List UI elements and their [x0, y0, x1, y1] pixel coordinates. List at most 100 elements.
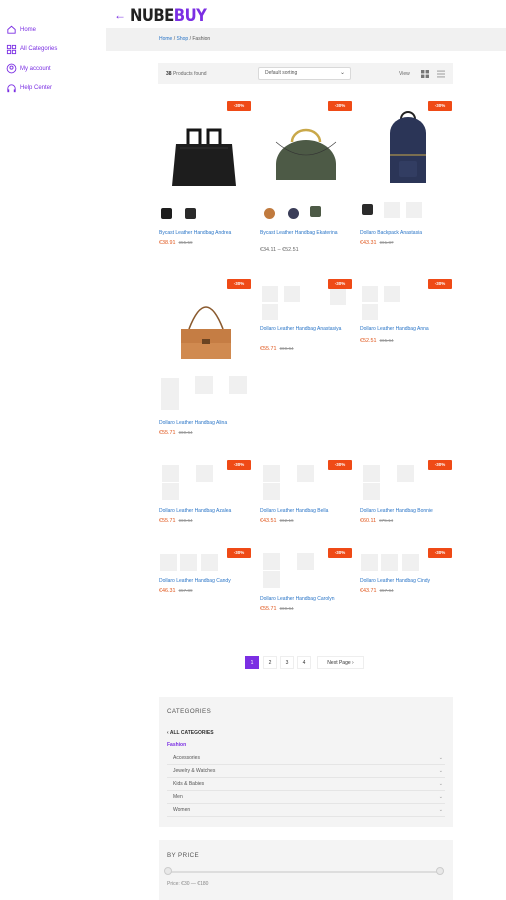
chevron-down-icon[interactable]: ⌄	[439, 804, 443, 817]
swatch-placeholder[interactable]	[384, 202, 400, 218]
image-placeholder[interactable]	[263, 571, 280, 588]
image-placeholder[interactable]	[397, 465, 414, 482]
product-image[interactable]	[164, 114, 244, 194]
swatch-placeholder[interactable]	[406, 202, 422, 218]
image-placeholder[interactable]	[263, 553, 280, 570]
product-title[interactable]: Dollaro Leather Handbag Candy	[159, 578, 249, 585]
image-placeholder[interactable]	[162, 465, 179, 482]
image-placeholder[interactable]	[362, 304, 378, 320]
product-card[interactable]: -30% Dollaro Leather Handbag Bonnie €60.…	[360, 458, 453, 528]
product-title[interactable]: Dollaro Leather Handbag Anna	[360, 326, 450, 333]
image-placeholder[interactable]	[330, 289, 346, 305]
arrow-left-icon[interactable]: ←	[114, 9, 126, 21]
chevron-down-icon[interactable]: ⌄	[439, 778, 443, 791]
image-placeholder[interactable]	[362, 286, 378, 302]
product-image[interactable]	[171, 289, 241, 369]
next-page-button[interactable]: Next Page ›	[317, 656, 364, 669]
page-2[interactable]: 2	[263, 656, 277, 669]
product-title[interactable]: Dollaro Leather Handbag Bonnie	[360, 508, 450, 515]
page-4[interactable]: 4	[297, 656, 311, 669]
image-placeholder[interactable]	[160, 554, 177, 571]
product-title[interactable]: Dollaro Backpack Anastasia	[360, 230, 450, 237]
color-swatch[interactable]	[362, 204, 373, 215]
logo[interactable]: NUBEBUY	[130, 6, 207, 25]
product-card[interactable]: -30% Dollaro Leather Handbag Candy €46.3…	[159, 546, 252, 616]
product-image[interactable]	[266, 114, 346, 194]
image-placeholder[interactable]	[381, 554, 398, 571]
chevron-down-icon[interactable]: ⌄	[439, 752, 443, 765]
breadcrumb-shop[interactable]: Shop	[177, 36, 189, 42]
product-card[interactable]: -30% Dollaro Leather Handbag Azalea €55.…	[159, 458, 252, 528]
image-placeholder[interactable]	[195, 376, 213, 394]
product-card[interactable]: Dollaro Leather Handbag Alina €55.71 €69.…	[159, 374, 252, 440]
sort-select[interactable]: Default sorting ⌄	[258, 67, 351, 80]
category-item[interactable]: Men ⌄	[167, 791, 445, 804]
image-placeholder[interactable]	[297, 465, 314, 482]
breadcrumb-home[interactable]: Home	[159, 36, 172, 42]
color-swatch[interactable]	[185, 208, 196, 219]
image-placeholder[interactable]	[263, 465, 280, 482]
product-card[interactable]: -30% Dollaro Leather Handbag Bella €43.5…	[260, 458, 353, 528]
product-card[interactable]: -30% Dollaro Leather Handbag Anna €52.51…	[360, 279, 453, 359]
product-card[interactable]: -30%	[159, 279, 252, 374]
image-placeholder[interactable]	[201, 554, 218, 571]
product-title[interactable]: Dollaro Leather Handbag Bella	[260, 508, 350, 515]
sidebar-item-account[interactable]: My account	[6, 59, 101, 79]
image-placeholder[interactable]	[363, 465, 380, 482]
product-card[interactable]: -30% Bycast Leather Handbag Andrea €38.9…	[159, 98, 252, 258]
product-title[interactable]: Bycast Leather Handbag Andrea	[159, 230, 249, 237]
image-placeholder[interactable]	[262, 286, 278, 302]
product-card[interactable]: -30% Dollaro Backpack Anastasia €43.31 €6…	[360, 98, 453, 258]
image-placeholder[interactable]	[180, 554, 197, 571]
price-slider-track[interactable]	[167, 871, 441, 873]
image-placeholder[interactable]	[402, 554, 419, 571]
product-title[interactable]: Bycast Leather Handbag Ekaterina	[260, 230, 350, 237]
image-placeholder[interactable]	[263, 483, 280, 500]
category-item[interactable]: Women ⌄	[167, 804, 445, 817]
current-category: Fashion	[167, 742, 187, 748]
color-swatch[interactable]	[288, 208, 299, 219]
sidebar-item-home[interactable]: Home	[6, 20, 101, 40]
page-3[interactable]: 3	[280, 656, 294, 669]
chevron-down-icon[interactable]: ⌄	[439, 791, 443, 804]
product-title[interactable]: Dollaro Leather Handbag Alina	[159, 420, 249, 427]
product-card[interactable]: -30% Dollaro Leather Handbag Cindy €43.7…	[360, 546, 453, 616]
all-categories-link[interactable]: ‹ ALL CATEGORIES	[167, 730, 214, 736]
product-title[interactable]: Dollaro Leather Handbag Anastasiya	[260, 326, 350, 333]
image-placeholder[interactable]	[196, 465, 213, 482]
sidebar-item-label: Help Center	[20, 85, 53, 92]
image-placeholder[interactable]	[162, 483, 179, 500]
price-slider-max-handle[interactable]	[436, 867, 444, 875]
category-item[interactable]: Accessories ⌄	[167, 752, 445, 765]
image-placeholder[interactable]	[262, 304, 278, 320]
image-placeholder[interactable]	[284, 286, 300, 302]
product-title[interactable]: Dollaro Leather Handbag Azalea	[159, 508, 249, 515]
sale-badge: -30%	[227, 460, 251, 470]
price-slider-min-handle[interactable]	[164, 867, 172, 875]
chevron-down-icon[interactable]: ⌄	[439, 765, 443, 778]
grid-view-icon[interactable]	[421, 70, 429, 78]
image-placeholder[interactable]	[229, 376, 247, 394]
product-card[interactable]: -30% Bycast Leather Handbag Ekaterina €3…	[260, 98, 353, 263]
image-placeholder[interactable]	[363, 483, 380, 500]
image-placeholder[interactable]	[297, 553, 314, 570]
product-title[interactable]: Dollaro Leather Handbag Cindy	[360, 578, 450, 585]
category-item[interactable]: Jewelry & Watches ⌄	[167, 765, 445, 778]
price-from: €34.11	[260, 247, 277, 253]
list-view-icon[interactable]	[437, 70, 445, 78]
sidebar-item-help[interactable]: Help Center	[6, 79, 101, 99]
sidebar-item-categories[interactable]: All Categories	[6, 40, 101, 60]
image-placeholder[interactable]	[161, 396, 179, 410]
product-card[interactable]: -30% Dollaro Leather Handbag Anastasiya …	[260, 279, 353, 359]
image-placeholder[interactable]	[384, 286, 400, 302]
category-item[interactable]: Kids & Babies ⌄	[167, 778, 445, 791]
image-placeholder[interactable]	[361, 554, 378, 571]
product-title[interactable]: Dollaro Leather Handbag Carolyn	[260, 596, 350, 603]
color-swatch[interactable]	[264, 208, 275, 219]
product-image[interactable]	[368, 103, 448, 191]
color-swatch[interactable]	[161, 208, 172, 219]
color-swatch[interactable]	[310, 206, 321, 217]
image-placeholder[interactable]	[161, 378, 179, 396]
product-card[interactable]: -30% Dollaro Leather Handbag Carolyn €55…	[260, 546, 353, 616]
page-1[interactable]: 1	[245, 656, 259, 669]
